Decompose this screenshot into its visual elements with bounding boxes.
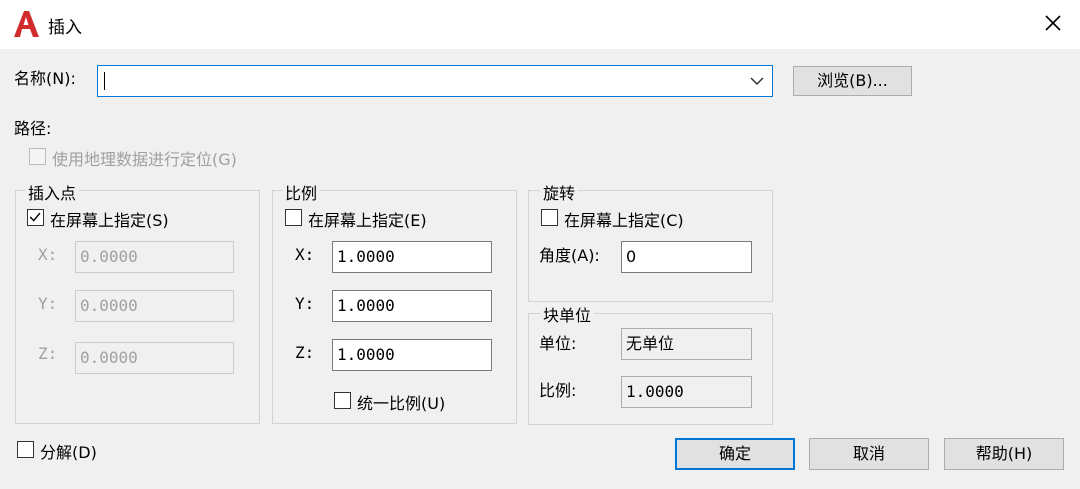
insert-point-specify-checkbox[interactable] — [27, 209, 44, 226]
block-unit-legend: 块单位 — [540, 302, 595, 326]
checkmark-icon — [29, 212, 41, 222]
unit-value-field: 无单位 — [621, 328, 752, 360]
help-button[interactable]: 帮助(H) — [944, 438, 1064, 470]
explode-checkbox[interactable] — [17, 441, 34, 458]
insert-z-label: Z: — [38, 344, 58, 363]
explode-label: 分解(D) — [40, 443, 97, 462]
scale-z-field[interactable]: 1.0000 — [332, 339, 492, 371]
title-bar: 插入 — [0, 0, 1080, 49]
insert-y-label: Y: — [38, 294, 58, 313]
chevron-down-icon[interactable] — [749, 75, 765, 87]
scale-z-label: Z: — [295, 343, 315, 362]
geo-data-checkbox[interactable] — [29, 148, 46, 165]
scale-legend: 比例 — [282, 180, 321, 204]
name-combobox[interactable] — [97, 65, 773, 97]
angle-field[interactable]: 0 — [621, 241, 752, 273]
insert-z-field[interactable]: 0.0000 — [75, 342, 234, 374]
scale-y-field[interactable]: 1.0000 — [332, 290, 492, 322]
path-label: 路径: — [14, 119, 52, 138]
scale-y-label: Y: — [295, 294, 315, 313]
uniform-scale-label: 统一比例(U) — [357, 394, 446, 413]
window-title: 插入 — [48, 18, 82, 38]
insert-y-field[interactable]: 0.0000 — [75, 290, 234, 322]
rotation-legend: 旋转 — [540, 180, 579, 204]
ok-button[interactable]: 确定 — [675, 438, 795, 470]
close-button[interactable] — [1032, 6, 1072, 42]
scale-specify-label: 在屏幕上指定(E) — [308, 211, 427, 230]
insert-point-legend: 插入点 — [25, 180, 80, 204]
factor-value-field: 1.0000 — [621, 376, 752, 408]
insert-point-specify-label: 在屏幕上指定(S) — [50, 211, 169, 230]
rotation-specify-label: 在屏幕上指定(C) — [564, 211, 684, 230]
unit-label: 单位: — [539, 334, 577, 353]
factor-label: 比例: — [539, 381, 577, 400]
scale-x-field[interactable]: 1.0000 — [332, 241, 492, 273]
scale-x-label: X: — [295, 245, 315, 264]
uniform-scale-checkbox[interactable] — [334, 392, 351, 409]
cancel-button[interactable]: 取消 — [809, 438, 929, 470]
name-label: 名称(N): — [14, 69, 76, 88]
rotation-specify-checkbox[interactable] — [541, 209, 558, 226]
browse-button[interactable]: 浏览(B)... — [793, 66, 912, 96]
text-caret — [104, 72, 105, 90]
angle-label: 角度(A): — [539, 246, 600, 265]
geo-data-label: 使用地理数据进行定位(G) — [52, 150, 237, 169]
insert-x-label: X: — [38, 245, 58, 264]
insert-x-field[interactable]: 0.0000 — [75, 241, 234, 273]
scale-specify-checkbox[interactable] — [285, 209, 302, 226]
close-icon — [1045, 15, 1061, 31]
autocad-logo-icon — [14, 11, 39, 37]
